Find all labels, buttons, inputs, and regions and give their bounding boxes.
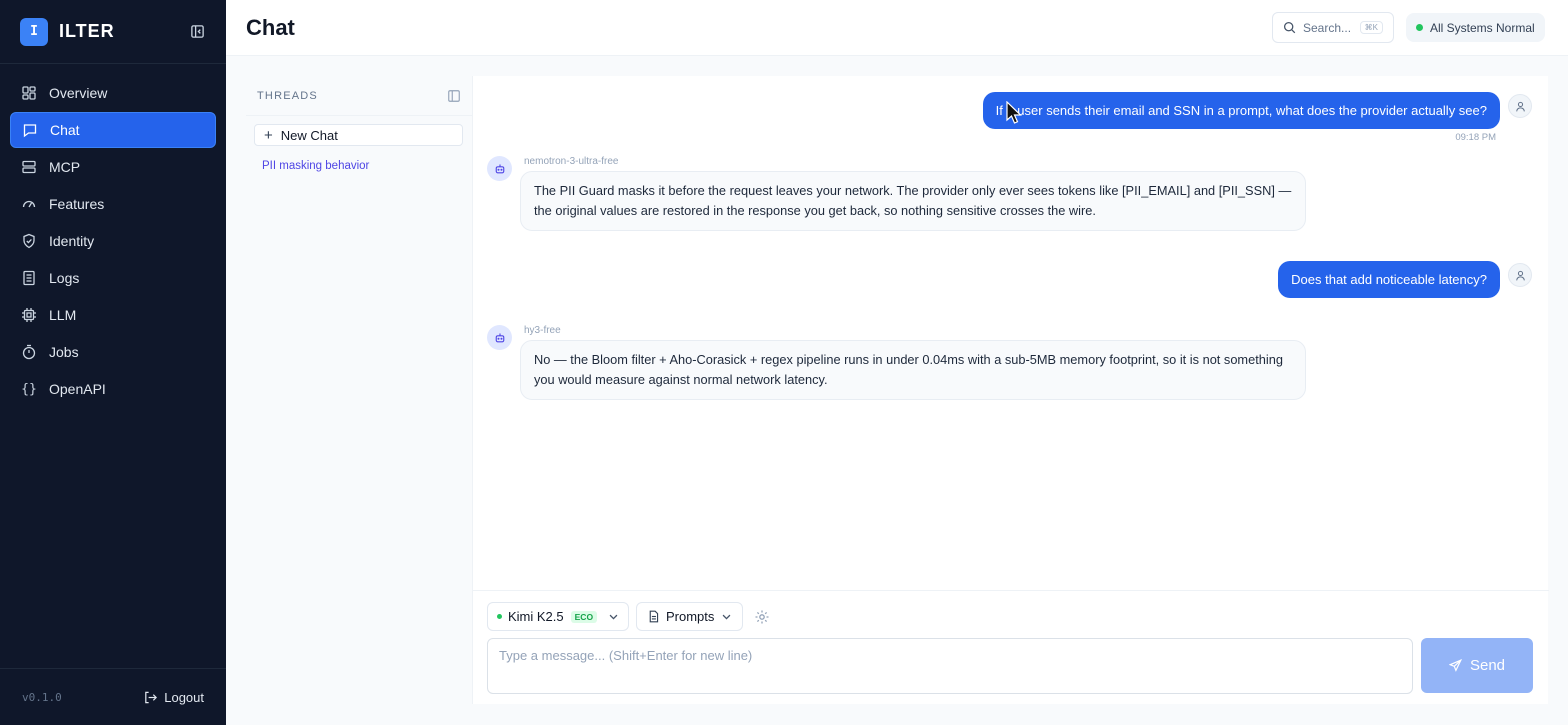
bot-avatar-icon (487, 156, 512, 181)
threads-title: THREADS (257, 89, 318, 102)
top-header: Chat Search... ⌘K All Systems Normal (226, 0, 1568, 56)
message-square-icon (22, 122, 38, 138)
sidebar-item-label: Jobs (49, 344, 79, 360)
sidebar-item-label: Features (49, 196, 105, 212)
sidebar-item-identity[interactable]: Identity (10, 223, 216, 259)
sidebar-item-label: Chat (50, 122, 80, 138)
sidebar-item-openapi[interactable]: {} OpenAPI (10, 371, 216, 407)
document-icon (649, 610, 659, 623)
sidebar-item-jobs[interactable]: Jobs (10, 334, 216, 370)
log-book-icon (21, 270, 37, 286)
eco-badge: ECO (570, 610, 598, 623)
sidebar-nav: Overview Chat MCP Features Identity Logs… (0, 64, 226, 407)
sidebar-item-label: OpenAPI (49, 381, 106, 397)
grid-icon (21, 85, 37, 101)
message-input[interactable] (487, 638, 1413, 694)
sidebar-item-label: Overview (49, 85, 108, 101)
search-shortcut: ⌘K (1359, 21, 1383, 34)
model-label: hy3-free (524, 325, 561, 336)
logout-label: Logout (164, 689, 204, 705)
sidebar-item-logs[interactable]: Logs (10, 260, 216, 296)
new-chat-button[interactable]: + New Chat (254, 124, 463, 146)
status-text: All Systems Normal (1430, 20, 1535, 35)
braces-icon: {} (21, 381, 37, 397)
timer-icon (21, 344, 37, 360)
composer: Kimi K2.5 ECO Prompts Send (473, 590, 1549, 704)
panel-toggle-icon[interactable] (447, 89, 461, 103)
search-placeholder: Search... (1303, 20, 1352, 35)
sidebar-item-llm[interactable]: LLM (10, 297, 216, 333)
model-status-dot (497, 614, 502, 619)
thread-item[interactable]: PII masking behavior (254, 154, 463, 178)
sidebar-item-overview[interactable]: Overview (10, 75, 216, 111)
assistant-message: No — the Bloom filter + Aho-Corasick + r… (520, 340, 1306, 400)
sidebar-item-label: LLM (49, 307, 77, 323)
sidebar-item-features[interactable]: Features (10, 186, 216, 222)
prompts-label: Prompts (666, 609, 715, 624)
model-label: nemotron-3-ultra-free (524, 156, 619, 167)
gauge-icon (21, 196, 37, 212)
sidebar-footer: v0.1.0 Logout (0, 668, 226, 725)
server-icon (21, 159, 37, 175)
sidebar-item-label: Identity (49, 233, 95, 249)
assistant-message: The PII Guard masks it before the reques… (520, 171, 1306, 231)
sidebar-item-mcp[interactable]: MCP (10, 149, 216, 185)
gear-icon[interactable] (754, 609, 770, 625)
logout-icon (145, 691, 158, 703)
model-name: Kimi K2.5 (508, 609, 564, 624)
user-message: If a user sends their email and SSN in a… (982, 92, 1500, 129)
chevron-down-icon (722, 614, 731, 620)
search-icon (1283, 21, 1296, 34)
status-dot (1416, 24, 1423, 31)
send-button[interactable]: Send (1421, 638, 1533, 693)
send-label: Send (1469, 657, 1506, 674)
threads-header: THREADS (246, 76, 472, 116)
model-selector[interactable]: Kimi K2.5 ECO (487, 602, 629, 631)
sidebar: I ILTER Overview Chat MCP Features Ident… (0, 0, 226, 725)
sidebar-item-label: MCP (49, 159, 81, 175)
prompts-dropdown[interactable]: Prompts (636, 602, 743, 631)
app-name: ILTER (59, 21, 115, 41)
threads-panel: THREADS + New Chat PII masking behavior (246, 76, 472, 704)
sidebar-collapse-icon[interactable] (188, 23, 206, 41)
sidebar-item-label: Logs (49, 270, 80, 286)
send-icon (1448, 659, 1462, 672)
logout-button[interactable]: Logout (143, 690, 204, 705)
shield-icon (21, 233, 37, 249)
new-chat-label: New Chat (280, 127, 338, 143)
status-badge: All Systems Normal (1406, 13, 1545, 42)
plus-icon: + (264, 126, 273, 144)
bot-avatar-icon (487, 325, 512, 350)
user-avatar-icon (1508, 94, 1532, 118)
sidebar-item-chat[interactable]: Chat (10, 112, 216, 148)
brand: I ILTER (0, 0, 226, 64)
search-input[interactable]: Search... ⌘K (1272, 12, 1394, 43)
chat-panel: If a user sends their email and SSN in a… (472, 76, 1549, 704)
user-avatar-icon (1508, 263, 1532, 287)
cpu-icon (21, 307, 37, 323)
message-timestamp: 09:18 PM (1455, 132, 1496, 143)
user-message: Does that add noticeable latency? (1278, 261, 1500, 298)
page-title: Chat (246, 14, 295, 40)
chevron-down-icon (609, 614, 618, 620)
app-logo: I (20, 17, 48, 46)
app-version: v0.1.0 (22, 690, 62, 704)
